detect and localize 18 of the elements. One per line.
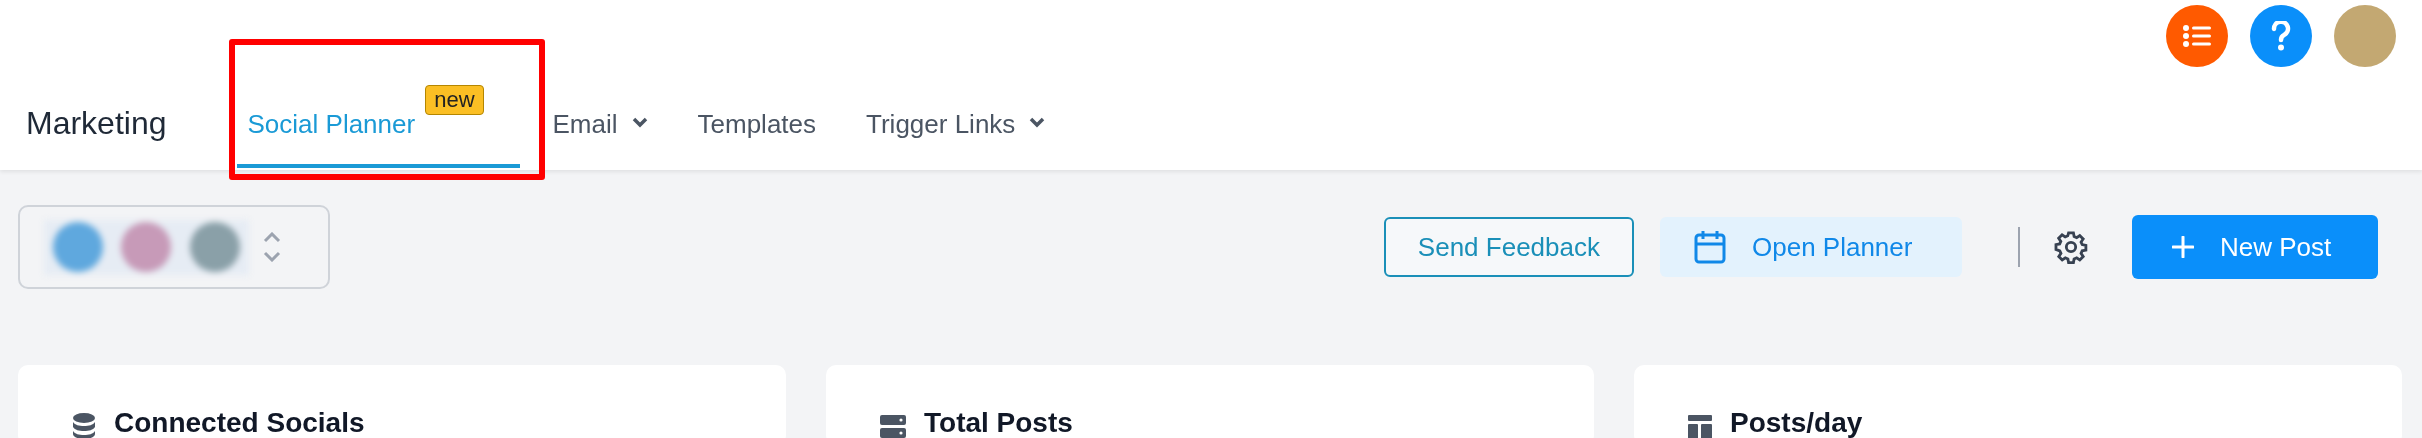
database-icon — [72, 413, 96, 438]
nav-tab[interactable]: Social Planner new — [236, 73, 520, 168]
help-icon — [2271, 21, 2291, 51]
card-title: Posts/day — [1730, 407, 1863, 438]
nav-tab[interactable]: Templates — [697, 73, 817, 168]
settings-icon[interactable] — [2054, 230, 2088, 264]
page-title: Marketing — [26, 105, 167, 143]
calendar-icon — [1694, 230, 1726, 264]
list-icon — [2183, 25, 2211, 47]
plus-icon — [2172, 236, 2194, 258]
layout-icon — [1688, 415, 1712, 438]
sort-chevrons-icon — [263, 232, 281, 262]
card-title: Total Posts — [924, 407, 1073, 438]
nav-tab[interactable]: Email — [552, 73, 648, 168]
new-badge: new — [425, 85, 484, 115]
card-title: Connected Socials — [114, 407, 365, 438]
nav-tab[interactable]: Trigger Links — [866, 73, 1046, 168]
account-selector[interactable] — [18, 205, 330, 289]
